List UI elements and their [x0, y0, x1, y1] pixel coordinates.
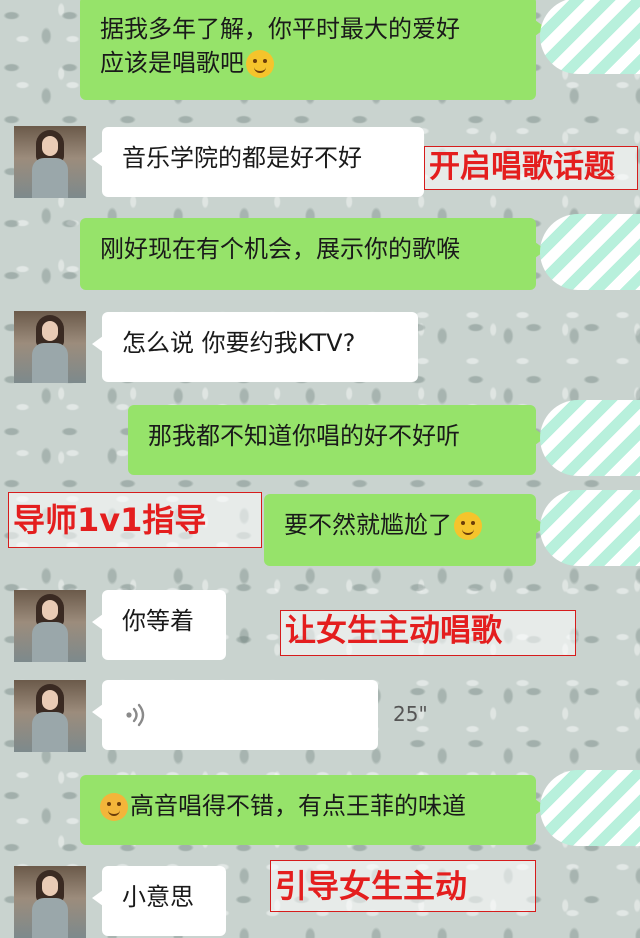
- my-avatar[interactable]: [540, 0, 640, 74]
- message-text: 那我都不知道你唱的好不好听: [148, 422, 460, 450]
- message-text: 音乐学院的都是好不好: [122, 144, 362, 172]
- thinking-face-emoji: [246, 50, 274, 78]
- annotation-label: 引导女生主动: [270, 860, 536, 912]
- message-text: 刚好现在有个机会，展示你的歌喉: [100, 235, 460, 263]
- avatar-body: [32, 622, 68, 662]
- avatar-body: [32, 898, 68, 938]
- my-avatar[interactable]: [540, 490, 640, 566]
- annotation-label: 导师1v1指导: [8, 492, 262, 548]
- her-avatar[interactable]: [14, 590, 86, 662]
- voice-wave-icon: [126, 703, 145, 727]
- avatar-face: [42, 321, 58, 341]
- her-avatar[interactable]: [14, 866, 86, 938]
- her-avatar[interactable]: [14, 680, 86, 752]
- her-avatar[interactable]: [14, 311, 86, 383]
- annotation-label: 让女生主动唱歌: [280, 610, 576, 656]
- my-avatar[interactable]: [540, 770, 640, 846]
- my-avatar[interactable]: [540, 214, 640, 290]
- message-text: 你等着: [122, 607, 194, 635]
- message-text: 要不然就尴尬了: [284, 511, 452, 539]
- annotation-label: 开启唱歌话题: [424, 146, 638, 190]
- message-text: 应该是唱歌吧: [100, 49, 244, 77]
- her-message-bubble[interactable]: 小意思: [92, 866, 226, 936]
- my-avatar[interactable]: [540, 400, 640, 476]
- avatar-body: [32, 158, 68, 198]
- her-message-bubble[interactable]: 你等着: [92, 590, 226, 660]
- her-message-bubble[interactable]: 怎么说 你要约我KTV?: [92, 312, 418, 382]
- avatar-body: [32, 712, 68, 752]
- voice-duration: 25": [393, 702, 428, 726]
- avatar-face: [42, 136, 58, 156]
- her-avatar[interactable]: [14, 126, 86, 198]
- message-text: 怎么说 你要约我KTV?: [122, 329, 356, 357]
- avatar-body: [32, 343, 68, 383]
- message-text-line: 应该是唱歌吧: [100, 46, 516, 80]
- my-message-bubble[interactable]: 据我多年了解，你平时最大的爱好 应该是唱歌吧: [80, 0, 546, 100]
- message-text: 高音唱得不错，有点王菲的味道: [130, 792, 466, 820]
- avatar-face: [42, 690, 58, 710]
- my-message-bubble[interactable]: 要不然就尴尬了: [264, 494, 546, 566]
- her-message-bubble[interactable]: 音乐学院的都是好不好: [92, 127, 424, 197]
- avatar-face: [42, 600, 58, 620]
- avatar-face: [42, 876, 58, 896]
- message-text: 小意思: [122, 883, 194, 911]
- smiling-face-emoji: [454, 512, 482, 540]
- my-message-bubble[interactable]: 刚好现在有个机会，展示你的歌喉: [80, 218, 546, 290]
- voice-message-bubble[interactable]: [92, 680, 378, 750]
- message-text-line: 据我多年了解，你平时最大的爱好: [100, 15, 460, 43]
- my-message-bubble[interactable]: 那我都不知道你唱的好不好听: [128, 405, 546, 475]
- hug-emoji: [100, 793, 128, 821]
- my-message-bubble[interactable]: 高音唱得不错，有点王菲的味道: [80, 775, 546, 845]
